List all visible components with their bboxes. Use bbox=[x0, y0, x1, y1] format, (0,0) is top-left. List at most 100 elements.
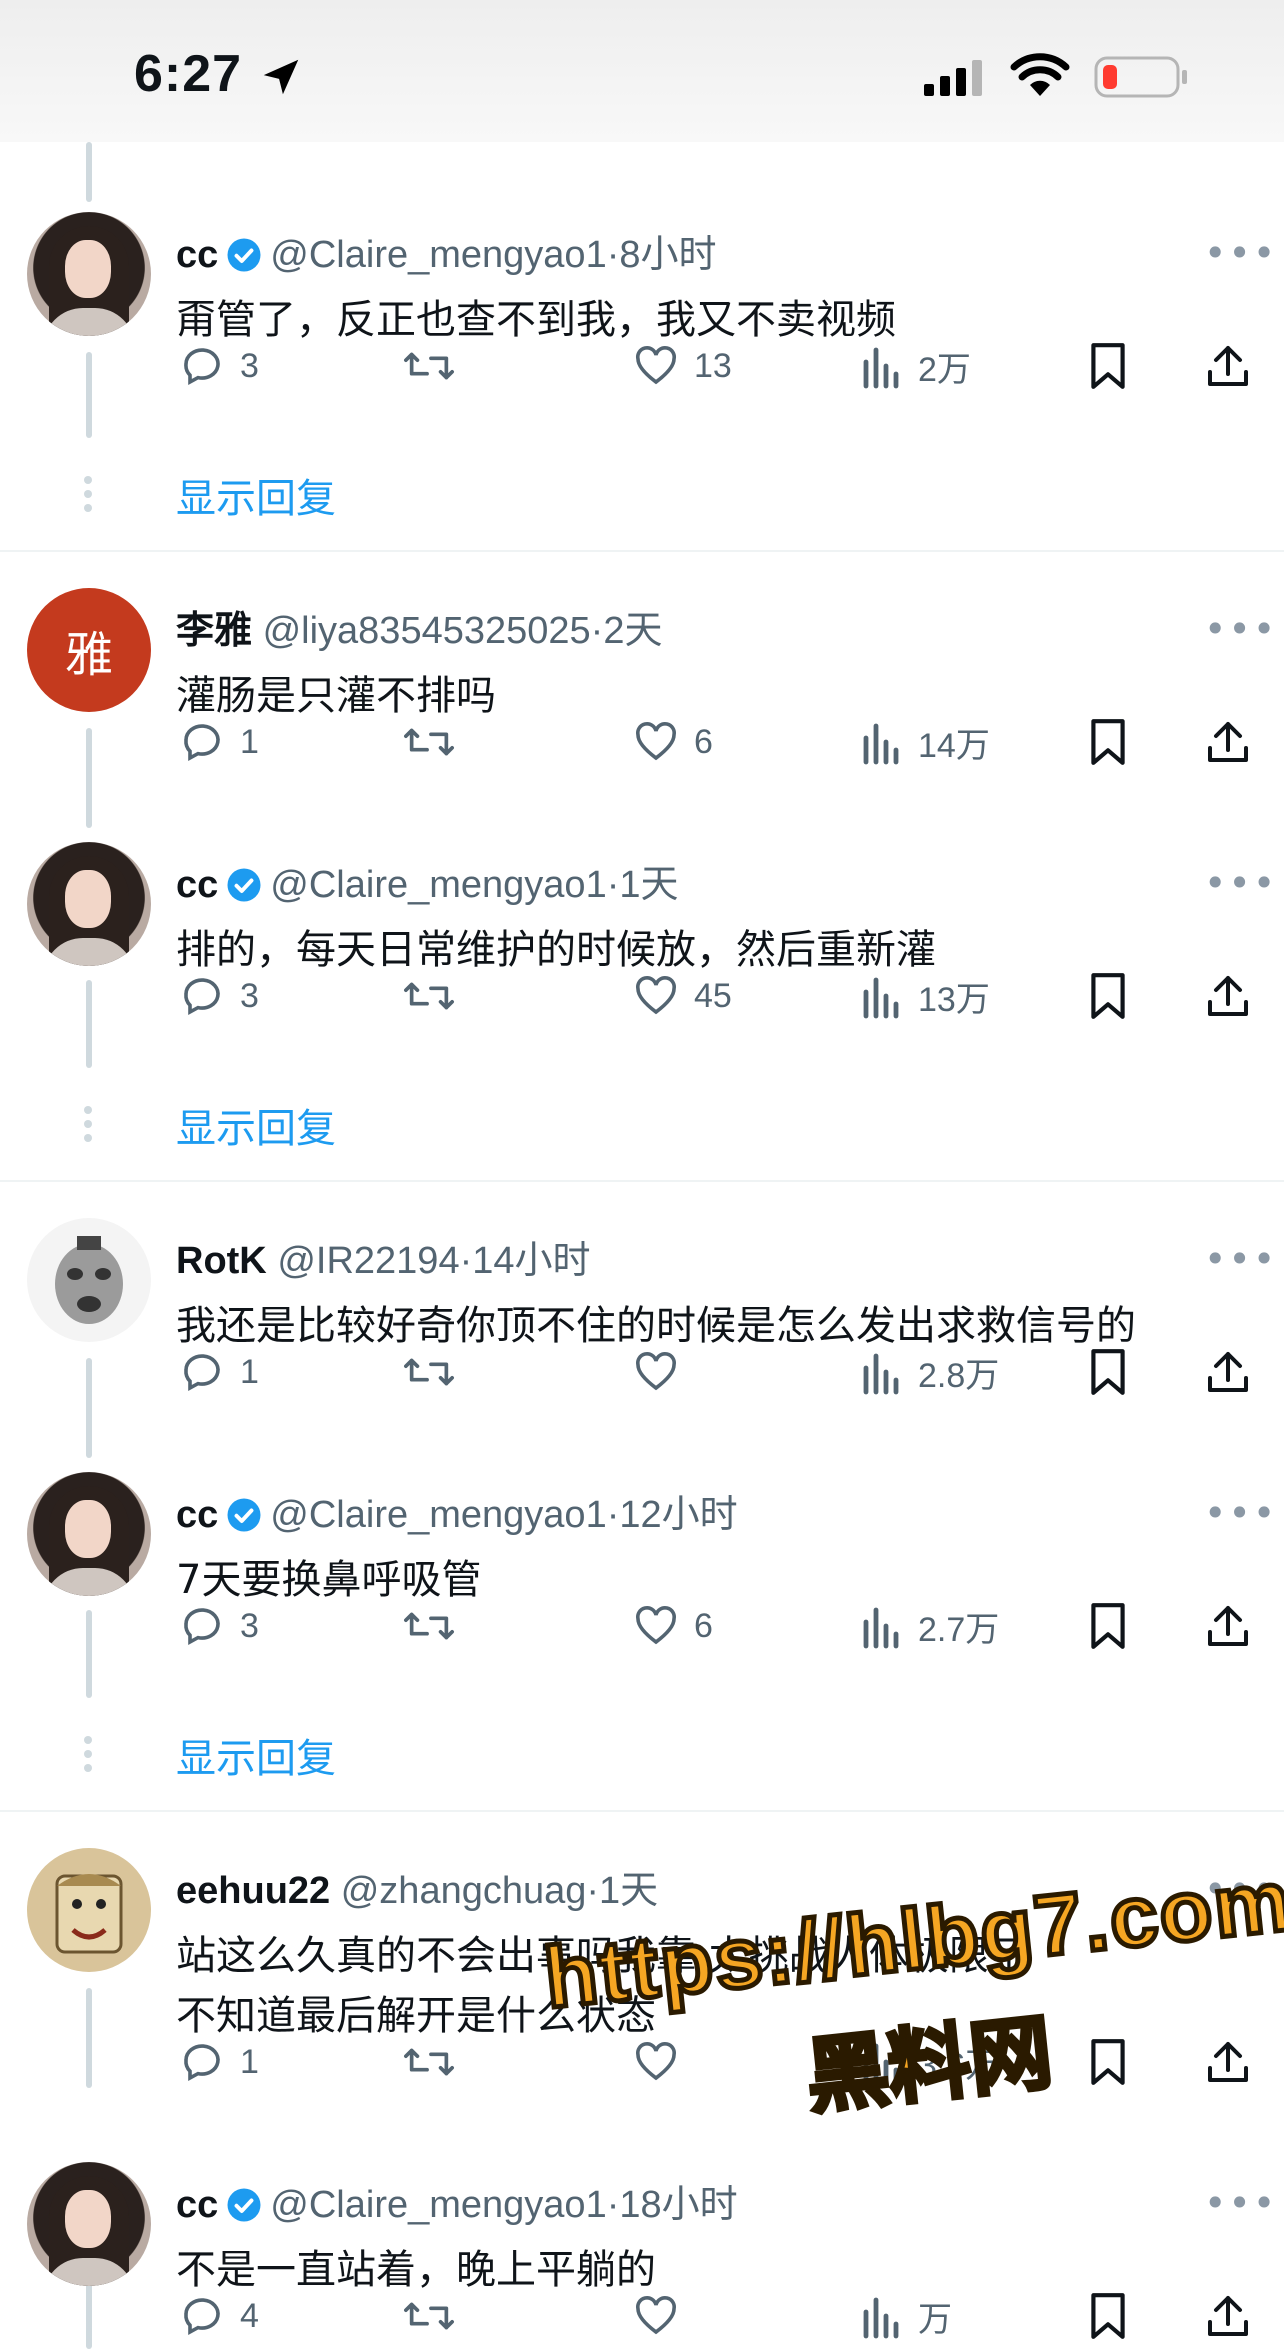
view-count: 14万 bbox=[918, 726, 990, 765]
more-options-icon[interactable]: ••• bbox=[1204, 2184, 1275, 2222]
retweet-button[interactable] bbox=[402, 1596, 456, 1656]
reply-button[interactable]: 1 bbox=[178, 712, 259, 772]
more-options-icon[interactable]: ••• bbox=[1204, 1240, 1275, 1278]
reply-button[interactable]: 3 bbox=[178, 336, 259, 396]
share-button[interactable] bbox=[1204, 1342, 1252, 1402]
reply-button[interactable]: 3 bbox=[178, 966, 259, 1026]
reply-button[interactable]: 1 bbox=[178, 1342, 259, 1402]
retweet-button[interactable] bbox=[402, 336, 456, 396]
tweet-header: cc @Claire_mengyao1·12小时 bbox=[176, 1490, 738, 1540]
show-replies-link[interactable]: 显示回复 bbox=[176, 466, 336, 524]
display-name[interactable]: RotK bbox=[176, 1240, 267, 1282]
timestamp[interactable]: 12小时 bbox=[619, 1494, 737, 1536]
separator-dot: · bbox=[586, 1870, 600, 1912]
timestamp[interactable]: 1天 bbox=[619, 864, 678, 906]
avatar[interactable] bbox=[27, 842, 151, 966]
share-icon bbox=[1208, 976, 1248, 1016]
views-button[interactable]: 2.8万 bbox=[860, 1342, 999, 1402]
tweet[interactable]: RotK @IR22194·14小时 ••• 我还是比较好奇你顶不住的时候是怎么… bbox=[0, 1218, 1284, 1358]
like-button[interactable]: 45 bbox=[632, 966, 732, 1026]
bookmark-button[interactable] bbox=[1086, 1596, 1130, 1656]
thread-dots bbox=[84, 476, 94, 518]
share-button[interactable] bbox=[1204, 1596, 1252, 1656]
reply-icon bbox=[184, 978, 220, 1016]
tweet-header: RotK @IR22194·14小时 bbox=[176, 1236, 591, 1286]
bookmark-icon bbox=[1091, 973, 1125, 1019]
tweet[interactable]: cc @Claire_mengyao1·8小时 ••• 甭管了，反正也查不到我，我… bbox=[0, 212, 1284, 352]
avatar[interactable] bbox=[27, 2162, 151, 2286]
views-button[interactable]: 万 bbox=[860, 2286, 952, 2346]
reply-button[interactable]: 1 bbox=[178, 2032, 259, 2092]
share-button[interactable] bbox=[1204, 712, 1252, 772]
divider bbox=[0, 1810, 1284, 1812]
like-button[interactable] bbox=[632, 2286, 694, 2346]
display-name[interactable]: cc bbox=[176, 1494, 218, 1536]
reply-button[interactable]: 4 bbox=[178, 2286, 259, 2346]
timestamp[interactable]: 18小时 bbox=[619, 2184, 737, 2226]
tweet[interactable]: 雅 李雅 @liya83545325025·2天 ••• 灌肠是只灌不排吗 bbox=[0, 588, 1284, 728]
retweet-button[interactable] bbox=[402, 712, 456, 772]
bookmark-button[interactable] bbox=[1086, 336, 1130, 396]
more-options-icon[interactable]: ••• bbox=[1204, 1494, 1275, 1532]
tweet-header: cc @Claire_mengyao1·18小时 bbox=[176, 2180, 738, 2230]
location-arrow-icon bbox=[263, 59, 299, 95]
display-name[interactable]: eehuu22 bbox=[176, 1870, 330, 1912]
show-replies-link[interactable]: 显示回复 bbox=[176, 1726, 336, 1784]
like-button[interactable]: 6 bbox=[632, 712, 713, 772]
retweet-button[interactable] bbox=[402, 966, 456, 1026]
retweet-button[interactable] bbox=[402, 1342, 456, 1402]
retweet-button[interactable] bbox=[402, 2032, 456, 2092]
bookmark-button[interactable] bbox=[1086, 966, 1130, 1026]
tweet[interactable]: cc @Claire_mengyao1·1天 ••• 排的，每天日常维护的时候放，… bbox=[0, 842, 1284, 982]
views-button[interactable]: 2万 bbox=[860, 336, 971, 396]
tweet[interactable]: cc @Claire_mengyao1·12小时 ••• 7天要换鼻呼吸管 bbox=[0, 1472, 1284, 1612]
tweet-header: eehuu22 @zhangchuag·1天 bbox=[176, 1866, 658, 1916]
tweet-actions: 1 2.8万 bbox=[0, 1342, 1284, 1402]
bookmark-button[interactable] bbox=[1086, 712, 1130, 772]
avatar[interactable] bbox=[27, 1472, 151, 1596]
bookmark-button[interactable] bbox=[1086, 2286, 1130, 2346]
timestamp[interactable]: 1天 bbox=[599, 1870, 658, 1912]
tweet-actions: 3 6 2.7万 bbox=[0, 1596, 1284, 1656]
like-button[interactable]: 6 bbox=[632, 1596, 713, 1656]
like-button[interactable] bbox=[632, 1342, 694, 1402]
share-icon bbox=[1208, 2296, 1248, 2336]
handle[interactable]: @Claire_mengyao1 bbox=[270, 864, 606, 906]
like-button[interactable]: 13 bbox=[632, 336, 732, 396]
more-options-icon[interactable]: ••• bbox=[1204, 234, 1275, 272]
share-button[interactable] bbox=[1204, 336, 1252, 396]
timestamp[interactable]: 2天 bbox=[603, 610, 662, 652]
handle[interactable]: @Claire_mengyao1 bbox=[270, 2184, 606, 2226]
views-button[interactable]: 14万 bbox=[860, 712, 990, 772]
share-button[interactable] bbox=[1204, 2286, 1252, 2346]
retweet-button[interactable] bbox=[402, 2286, 456, 2346]
handle[interactable]: @Claire_mengyao1 bbox=[270, 1494, 606, 1536]
divider bbox=[0, 550, 1284, 552]
avatar[interactable] bbox=[27, 1218, 151, 1342]
share-button[interactable] bbox=[1204, 966, 1252, 1026]
show-replies-link[interactable]: 显示回复 bbox=[176, 1096, 336, 1154]
display-name[interactable]: cc bbox=[176, 864, 218, 906]
reply-button[interactable]: 3 bbox=[178, 1596, 259, 1656]
display-name[interactable]: 李雅 bbox=[176, 610, 252, 652]
avatar[interactable]: 雅 bbox=[27, 588, 151, 712]
divider bbox=[0, 1180, 1284, 1182]
timestamp[interactable]: 14小时 bbox=[472, 1240, 590, 1282]
more-options-icon[interactable]: ••• bbox=[1204, 610, 1275, 648]
display-name[interactable]: cc bbox=[176, 234, 218, 276]
avatar[interactable] bbox=[27, 212, 151, 336]
bookmark-button[interactable] bbox=[1086, 1342, 1130, 1402]
heart-icon bbox=[635, 1605, 677, 1645]
tweet[interactable]: cc @Claire_mengyao1·18小时 ••• 不是一直站着，晚上平躺的 bbox=[0, 2162, 1284, 2302]
views-button[interactable]: 13万 bbox=[860, 966, 990, 1026]
timestamp[interactable]: 8小时 bbox=[619, 234, 716, 276]
views-button[interactable]: 2.7万 bbox=[860, 1596, 999, 1656]
handle[interactable]: @zhangchuag bbox=[341, 1870, 587, 1912]
more-options-icon[interactable]: ••• bbox=[1204, 864, 1275, 902]
retweet-icon bbox=[404, 1612, 454, 1640]
avatar[interactable] bbox=[27, 1848, 151, 1972]
handle[interactable]: @Claire_mengyao1 bbox=[270, 234, 606, 276]
handle[interactable]: @IR22194 bbox=[277, 1240, 459, 1282]
handle[interactable]: @liya83545325025 bbox=[263, 610, 591, 652]
display-name[interactable]: cc bbox=[176, 2184, 218, 2226]
